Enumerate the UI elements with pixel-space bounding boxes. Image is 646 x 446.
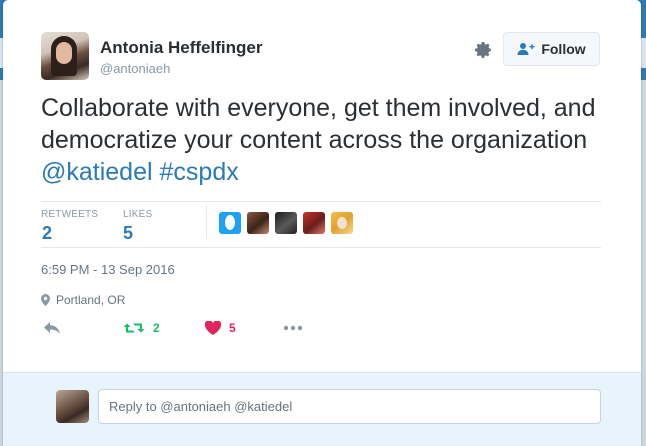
reply-area: Reply to @antoniaeh @katiedel (3, 372, 641, 446)
reply-icon (44, 322, 60, 334)
more-action[interactable] (283, 325, 303, 331)
liker-avatar[interactable] (331, 212, 353, 234)
author-avatar[interactable] (41, 32, 89, 80)
stats-top-divider (41, 201, 601, 202)
tweet-location[interactable]: Portland, OR (41, 293, 125, 307)
gear-icon[interactable] (473, 40, 493, 60)
liker-avatars (219, 212, 353, 234)
liker-avatar[interactable] (247, 212, 269, 234)
stats-separator (206, 205, 207, 239)
author-handle[interactable]: @antoniaeh (100, 61, 170, 76)
liker-avatar[interactable] (303, 212, 325, 234)
liker-avatar[interactable] (219, 212, 241, 234)
tweet-card: Antonia Heffelfinger @antoniaeh Follow C… (3, 0, 641, 446)
hashtag-link[interactable]: #cspdx (160, 158, 239, 186)
more-icon (283, 325, 303, 331)
reply-input[interactable]: Reply to @antoniaeh @katiedel (98, 389, 601, 424)
likes-label[interactable]: LIKES (123, 209, 152, 220)
retweet-count: 2 (153, 321, 160, 335)
tweet-actions: 2 5 (43, 321, 303, 335)
likes-count[interactable]: 5 (123, 223, 133, 244)
heart-icon (205, 321, 221, 335)
follow-button-label: Follow (541, 41, 586, 57)
like-action[interactable]: 5 (205, 321, 283, 335)
like-count: 5 (229, 321, 236, 335)
location-pin-icon (41, 294, 50, 306)
follow-button[interactable]: Follow (503, 32, 600, 66)
reply-action[interactable] (43, 321, 123, 335)
tweet-timestamp[interactable]: 6:59 PM - 13 Sep 2016 (41, 262, 175, 277)
mention-link[interactable]: @katiedel (41, 158, 153, 186)
retweet-icon (123, 323, 145, 333)
follow-person-icon (517, 43, 535, 55)
retweet-action[interactable]: 2 (123, 321, 205, 335)
retweets-label[interactable]: RETWEETS (41, 209, 98, 220)
tweet-body: Collaborate with everyone, get them invo… (41, 94, 596, 154)
liker-avatar[interactable] (275, 212, 297, 234)
location-label: Portland, OR (56, 293, 126, 307)
stats-bottom-divider (41, 247, 601, 248)
tweet-text: Collaborate with everyone, get them invo… (41, 92, 601, 188)
author-name[interactable]: Antonia Heffelfinger (100, 38, 262, 58)
retweets-count[interactable]: 2 (42, 223, 52, 244)
current-user-avatar (56, 390, 89, 423)
